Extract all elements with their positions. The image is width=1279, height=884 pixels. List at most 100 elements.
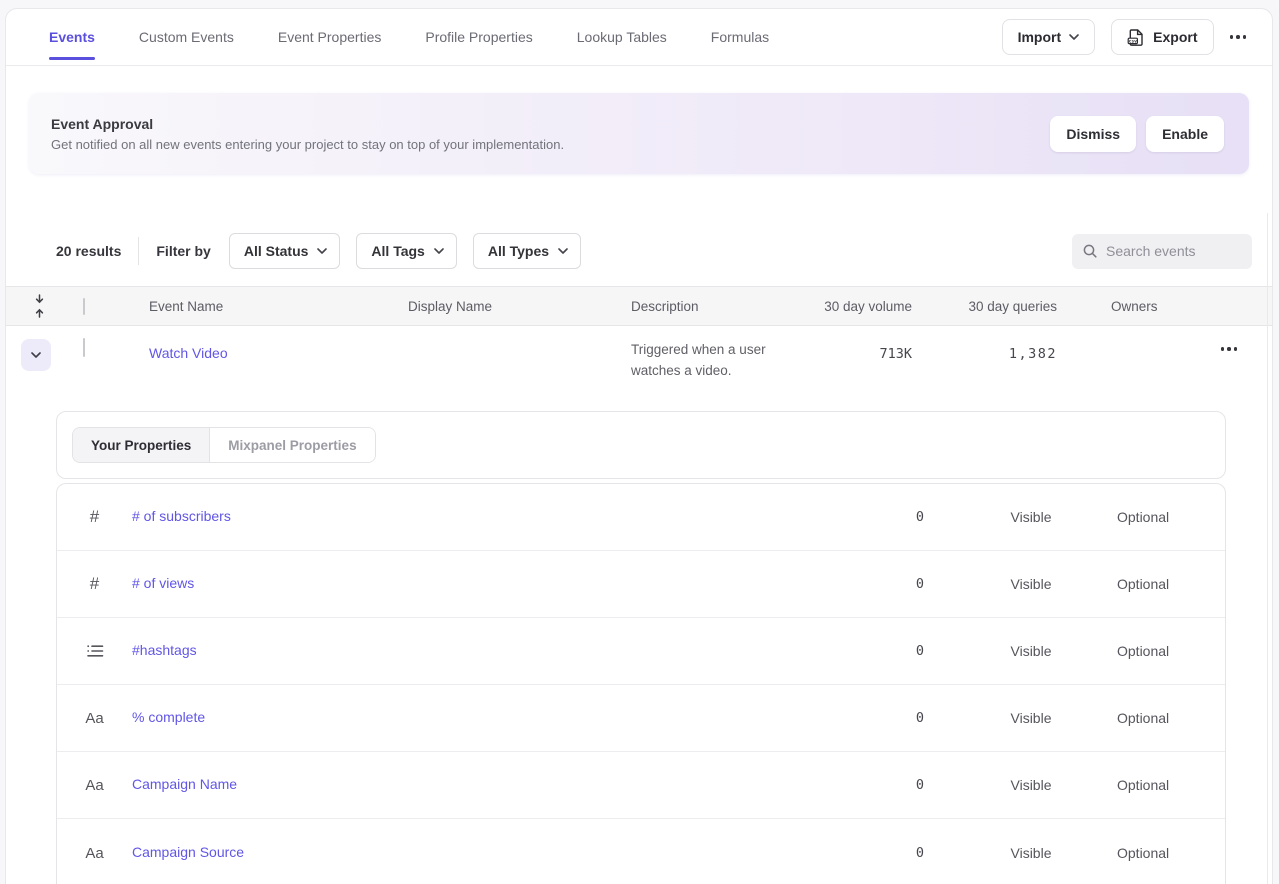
dismiss-button[interactable]: Dismiss bbox=[1050, 116, 1136, 152]
event-30-day-volume: 713K bbox=[879, 346, 912, 362]
text-type-icon: Aa bbox=[57, 777, 132, 794]
status-filter-label: All Status bbox=[244, 243, 309, 259]
property-requirement: Optional bbox=[1117, 643, 1225, 659]
divider bbox=[138, 237, 139, 265]
property-row: # # of subscribers 0 Visible Optional bbox=[57, 484, 1225, 551]
banner-title: Event Approval bbox=[51, 116, 564, 132]
types-filter-dropdown[interactable]: All Types bbox=[473, 233, 581, 269]
number-type-icon: # bbox=[57, 574, 132, 594]
banner-actions: Dismiss Enable bbox=[1050, 116, 1224, 152]
property-row: #hashtags 0 Visible Optional bbox=[57, 618, 1225, 685]
properties-list: # # of subscribers 0 Visible Optional # … bbox=[56, 483, 1226, 884]
property-name-link[interactable]: # of subscribers bbox=[132, 508, 231, 524]
nav-actions: Import csv Export bbox=[1002, 19, 1246, 55]
header-description: Description bbox=[631, 299, 821, 314]
select-all-checkbox[interactable] bbox=[83, 298, 85, 315]
property-visibility: Visible bbox=[945, 845, 1117, 861]
chevron-down-icon bbox=[558, 248, 568, 254]
header-owners: Owners bbox=[1062, 299, 1186, 314]
chevron-down-icon bbox=[1069, 34, 1079, 40]
chevron-down-icon bbox=[31, 352, 41, 358]
import-button[interactable]: Import bbox=[1002, 19, 1096, 55]
search-icon bbox=[1082, 243, 1098, 259]
table-row: Watch Video Triggered when a user watche… bbox=[6, 326, 1272, 401]
banner-text: Event Approval Get notified on all new e… bbox=[29, 116, 564, 152]
tab-lookup-tables[interactable]: Lookup Tables bbox=[577, 9, 667, 66]
property-requirement: Optional bbox=[1117, 845, 1225, 861]
property-name-link[interactable]: #hashtags bbox=[132, 642, 197, 658]
chevron-down-icon bbox=[317, 248, 327, 254]
event-approval-banner: Event Approval Get notified on all new e… bbox=[29, 93, 1249, 174]
row-checkbox[interactable] bbox=[83, 338, 85, 357]
header-display-name: Display Name bbox=[408, 299, 631, 314]
enable-button[interactable]: Enable bbox=[1146, 116, 1224, 152]
status-filter-dropdown[interactable]: All Status bbox=[229, 233, 341, 269]
event-description: Triggered when a user watches a video. bbox=[631, 339, 821, 381]
export-button-label: Export bbox=[1153, 29, 1197, 45]
text-type-icon: Aa bbox=[57, 710, 132, 727]
collapse-row-button[interactable] bbox=[21, 339, 51, 371]
import-button-label: Import bbox=[1018, 29, 1062, 45]
properties-tab-switch: Your Properties Mixpanel Properties bbox=[72, 427, 376, 463]
banner-description: Get notified on all new events entering … bbox=[51, 137, 564, 152]
csv-file-icon: csv bbox=[1127, 28, 1145, 47]
export-button[interactable]: csv Export bbox=[1111, 19, 1213, 55]
filter-bar: 20 results Filter by All Status All Tags… bbox=[6, 233, 1252, 269]
tab-your-properties[interactable]: Your Properties bbox=[73, 428, 209, 462]
property-visibility: Visible bbox=[945, 509, 1117, 525]
more-options-icon[interactable] bbox=[1230, 35, 1247, 39]
property-value: 0 bbox=[845, 509, 945, 525]
property-value: 0 bbox=[845, 710, 945, 726]
number-type-icon: # bbox=[57, 507, 132, 527]
search-box bbox=[1072, 234, 1252, 269]
tab-mixpanel-properties[interactable]: Mixpanel Properties bbox=[209, 428, 374, 462]
property-visibility: Visible bbox=[945, 777, 1117, 793]
property-row: Aa Campaign Source 0 Visible Optional bbox=[57, 819, 1225, 884]
list-type-icon bbox=[57, 643, 132, 659]
tab-events[interactable]: Events bbox=[49, 9, 95, 66]
expanded-properties-panel: Your Properties Mixpanel Properties # # … bbox=[56, 411, 1226, 884]
property-row: Aa Campaign Name 0 Visible Optional bbox=[57, 752, 1225, 819]
collapse-all-icon[interactable] bbox=[21, 293, 57, 319]
filter-by-label: Filter by bbox=[156, 243, 210, 259]
property-requirement: Optional bbox=[1117, 509, 1225, 525]
property-row: # # of views 0 Visible Optional bbox=[57, 551, 1225, 618]
results-count: 20 results bbox=[56, 243, 121, 259]
top-nav: Events Custom Events Event Properties Pr… bbox=[6, 9, 1272, 66]
property-name-link[interactable]: Campaign Name bbox=[132, 776, 237, 792]
svg-text:csv: csv bbox=[1129, 39, 1138, 44]
chevron-down-icon bbox=[434, 248, 444, 254]
lexicon-panel: Events Custom Events Event Properties Pr… bbox=[5, 8, 1273, 884]
property-visibility: Visible bbox=[945, 576, 1117, 592]
property-row: Aa % complete 0 Visible Optional bbox=[57, 685, 1225, 752]
event-name-link[interactable]: Watch Video bbox=[149, 345, 228, 361]
property-visibility: Visible bbox=[945, 643, 1117, 659]
property-visibility: Visible bbox=[945, 710, 1117, 726]
search-input[interactable] bbox=[1106, 243, 1244, 259]
property-name-link[interactable]: % complete bbox=[132, 709, 205, 725]
property-name-link[interactable]: # of views bbox=[132, 575, 194, 591]
text-type-icon: Aa bbox=[57, 845, 132, 862]
property-value: 0 bbox=[845, 777, 945, 793]
tab-custom-events[interactable]: Custom Events bbox=[139, 9, 234, 66]
scroll-area-divider bbox=[1267, 213, 1268, 884]
property-name-link[interactable]: Campaign Source bbox=[132, 844, 244, 860]
property-requirement: Optional bbox=[1117, 576, 1225, 592]
tab-formulas[interactable]: Formulas bbox=[711, 9, 769, 66]
property-requirement: Optional bbox=[1117, 710, 1225, 726]
row-more-options-icon[interactable] bbox=[1221, 347, 1238, 351]
header-30-day-volume: 30 day volume bbox=[821, 299, 921, 314]
property-requirement: Optional bbox=[1117, 777, 1225, 793]
tab-event-properties[interactable]: Event Properties bbox=[278, 9, 382, 66]
header-event-name: Event Name bbox=[131, 299, 408, 314]
property-value: 0 bbox=[845, 643, 945, 659]
header-30-day-queries: 30 day queries bbox=[921, 299, 1062, 314]
types-filter-label: All Types bbox=[488, 243, 549, 259]
event-30-day-queries: 1,382 bbox=[1009, 346, 1057, 362]
tags-filter-dropdown[interactable]: All Tags bbox=[356, 233, 456, 269]
tags-filter-label: All Tags bbox=[371, 243, 424, 259]
property-value: 0 bbox=[845, 845, 945, 861]
tab-profile-properties[interactable]: Profile Properties bbox=[425, 9, 532, 66]
nav-tabs: Events Custom Events Event Properties Pr… bbox=[49, 9, 769, 66]
properties-tabs-card: Your Properties Mixpanel Properties bbox=[56, 411, 1226, 479]
